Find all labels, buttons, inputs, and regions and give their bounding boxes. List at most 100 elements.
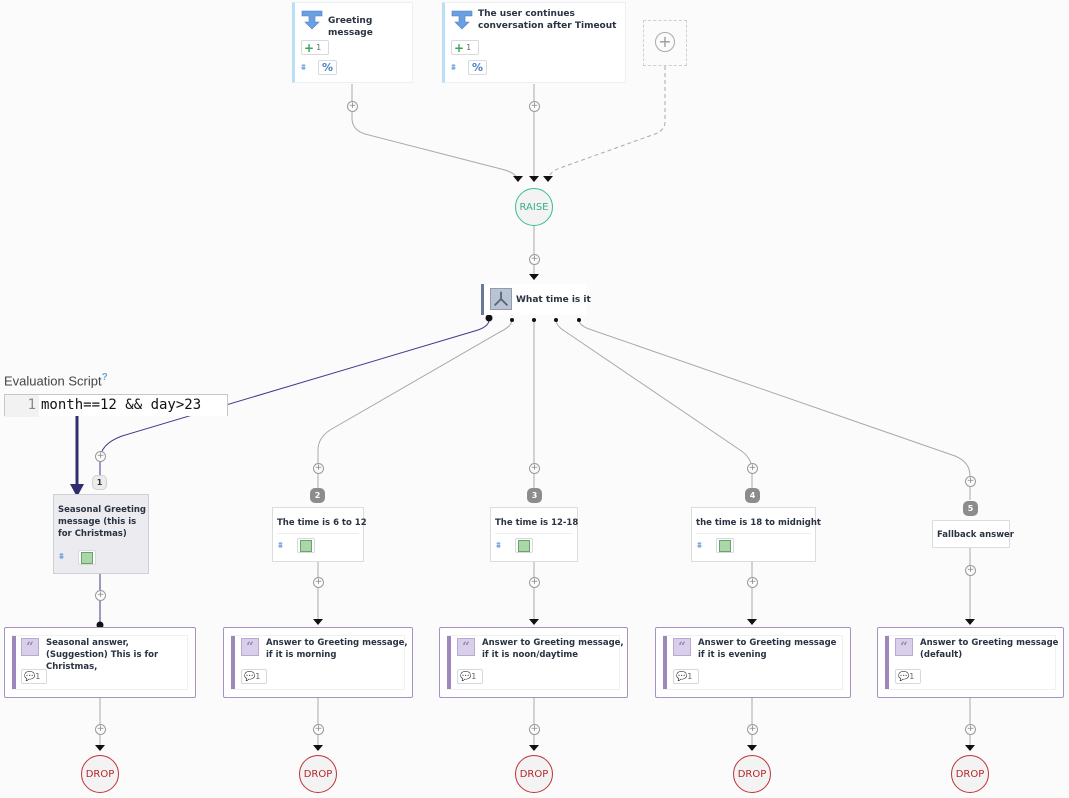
edge-add-raise [547, 66, 666, 183]
utterance-count-chip[interactable]: + 1 [451, 40, 479, 55]
edge-router-b5 [578, 319, 971, 500]
answer-title: Answer to Greeting message, if it is noo… [482, 638, 624, 660]
quote-icon: “ [241, 638, 259, 656]
add-step-button[interactable]: + [529, 101, 540, 112]
router-port-3 [532, 318, 536, 322]
add-step-button[interactable]: + [529, 254, 540, 265]
script-code[interactable]: month==12 && day>23 [41, 395, 201, 416]
raise-node[interactable]: RAISE [515, 188, 553, 226]
add-step-button[interactable]: + [529, 463, 540, 474]
utterance-count-chip[interactable]: + 1 [301, 40, 329, 55]
edge-router-b4 [555, 319, 753, 488]
evaluation-script-label: Evaluation Script? [4, 372, 108, 389]
condition-node-selected[interactable]: Seasonal Greeting message (this is for C… [53, 494, 149, 574]
trigger-arrow-icon [451, 10, 473, 30]
add-step-button[interactable]: + [965, 565, 976, 576]
arrow-head-icon [313, 745, 323, 751]
answer-title: Answer to Greeting message, if it is mor… [266, 638, 408, 660]
add-step-button[interactable]: + [529, 724, 540, 735]
drop-node[interactable]: DROP [81, 755, 119, 793]
script-chip[interactable] [515, 538, 533, 553]
condition-node[interactable]: Fallback answer [932, 520, 1014, 548]
message-count-chip[interactable]: 💬 1 [241, 669, 267, 684]
slots-icon: ⩩ [278, 541, 283, 551]
condition-node[interactable]: The time is 6 to 12 ⩩ [272, 507, 367, 562]
answer-node[interactable]: “ Answer to Greeting message, if it is m… [223, 627, 413, 698]
add-step-button[interactable]: + [747, 577, 758, 588]
arrow-head-icon [95, 745, 105, 751]
message-count-chip[interactable]: 💬 1 [21, 669, 47, 684]
answer-node[interactable]: “ Seasonal answer, (Suggestion) This is … [4, 627, 196, 698]
branch-badge: 5 [963, 501, 978, 516]
percent-chip[interactable]: % [318, 60, 337, 75]
add-step-button[interactable]: + [313, 463, 324, 474]
quote-icon: “ [457, 638, 475, 656]
branch-badge: 2 [310, 488, 325, 503]
drop-node[interactable]: DROP [515, 755, 553, 793]
arrow-head-icon [529, 176, 539, 182]
plus-green-icon: + [304, 40, 315, 55]
router-port-4 [554, 318, 558, 322]
arrow-head-icon [543, 176, 553, 182]
arrow-head-icon [529, 745, 539, 751]
condition-title: Seasonal Greeting message (this is for C… [58, 505, 146, 539]
help-icon[interactable]: ? [102, 372, 108, 383]
message-count-chip[interactable]: 💬 1 [673, 669, 699, 684]
answer-node[interactable]: “ Answer to Greeting message if it is ev… [655, 627, 851, 698]
percent-chip[interactable]: % [468, 60, 487, 75]
router-node[interactable]: What time is it [481, 284, 591, 315]
answer-title: Answer to Greeting message if it is even… [698, 638, 837, 660]
script-scroll-icon [518, 539, 530, 552]
speech-bubble-icon: 💬 [24, 671, 36, 682]
percent-icon: % [471, 61, 484, 74]
trigger-title: Greeting message [328, 16, 373, 38]
add-step-button[interactable]: + [529, 577, 540, 588]
script-scroll-icon [81, 551, 93, 564]
quote-icon: “ [673, 638, 691, 656]
add-trigger-button[interactable]: + [643, 20, 687, 66]
branch-badge: 1 [92, 475, 107, 490]
add-step-button[interactable]: + [313, 577, 324, 588]
arrow-head-icon [965, 745, 975, 751]
condition-title: The time is 6 to 12 [277, 518, 367, 528]
add-step-button[interactable]: + [965, 476, 976, 487]
divider [495, 533, 573, 534]
add-step-button[interactable]: + [965, 724, 976, 735]
condition-title: the time is 18 to midnight [696, 518, 821, 528]
evaluation-script-editor[interactable]: 1 month==12 && day>23 [4, 394, 228, 417]
script-chip[interactable] [78, 550, 96, 565]
percent-icon: % [321, 61, 334, 74]
message-count-chip[interactable]: 💬 1 [895, 669, 921, 684]
drop-node[interactable]: DROP [733, 755, 771, 793]
message-count-chip[interactable]: 💬 1 [457, 669, 483, 684]
answer-node[interactable]: “ Answer to Greeting message, if it is n… [439, 627, 628, 698]
add-step-button[interactable]: + [313, 724, 324, 735]
condition-title: Fallback answer [937, 530, 1014, 540]
line-number: 1 [5, 395, 39, 417]
slots-icon: ⩩ [451, 63, 456, 73]
trigger-node-greeting[interactable]: Greeting message + 1 ⩩ % [292, 2, 413, 83]
speech-bubble-icon: 💬 [898, 671, 910, 682]
trigger-title: The user continues conversation after Ti… [478, 9, 617, 31]
add-step-button[interactable]: + [347, 101, 358, 112]
script-chip[interactable] [297, 538, 315, 553]
add-step-button[interactable]: + [747, 463, 758, 474]
trigger-node-timeout[interactable]: The user continues conversation after Ti… [442, 2, 626, 83]
condition-node[interactable]: the time is 18 to midnight ⩩ [691, 507, 821, 562]
drop-node[interactable]: DROP [951, 755, 989, 793]
arrow-head-icon [513, 176, 523, 182]
condition-node[interactable]: The time is 12-18 ⩩ [490, 507, 578, 562]
plus-circle-icon: + [655, 32, 675, 52]
add-step-button[interactable]: + [95, 590, 106, 601]
router-icon [490, 288, 512, 310]
answer-node[interactable]: “ Answer to Greeting message (default) 💬… [877, 627, 1064, 698]
add-step-button[interactable]: + [95, 724, 106, 735]
branch-badge: 4 [745, 488, 760, 503]
add-step-button[interactable]: + [95, 451, 106, 462]
add-step-button[interactable]: + [747, 724, 758, 735]
arrow-head-icon [529, 619, 539, 625]
script-chip[interactable] [716, 538, 734, 553]
quote-icon: “ [21, 638, 39, 656]
drop-node[interactable]: DROP [299, 755, 337, 793]
arrow-head-icon [313, 619, 323, 625]
